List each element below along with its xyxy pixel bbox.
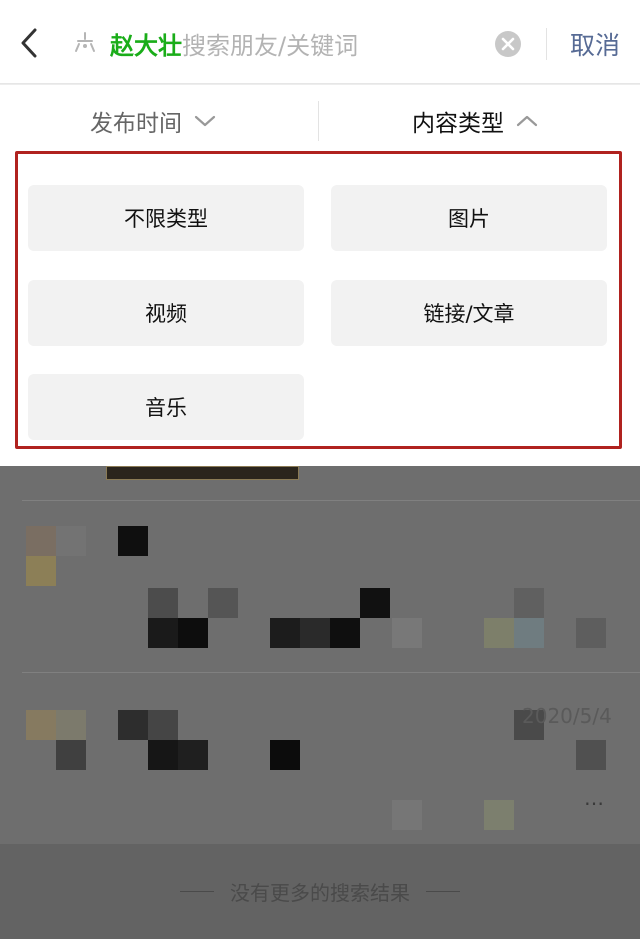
mosaic-block bbox=[270, 740, 300, 770]
result-date: 2020/5/4 bbox=[522, 704, 612, 728]
footer-line-left bbox=[180, 891, 214, 892]
content-type-dropdown: 不限类型 图片 视频 链接/文章 音乐 bbox=[0, 157, 640, 466]
mosaic-block bbox=[118, 710, 148, 740]
mosaic-block bbox=[178, 618, 208, 648]
mosaic-block bbox=[178, 740, 208, 770]
avatar bbox=[26, 556, 56, 586]
chevron-down-icon bbox=[194, 114, 216, 128]
mosaic-block bbox=[56, 526, 86, 556]
mosaic-block bbox=[330, 618, 360, 648]
footer-line-right bbox=[426, 891, 460, 892]
mosaic-block bbox=[484, 800, 514, 830]
type-option-any[interactable]: 不限类型 bbox=[28, 185, 304, 251]
mosaic-block bbox=[576, 740, 606, 770]
mosaic-block bbox=[56, 710, 86, 740]
filter-bar: 发布时间 内容类型 bbox=[0, 85, 640, 157]
moments-search-screen: 赵大壮 搜索朋友/关键词 取消 发布时间 内容类型 不限类型 图片 视频 链接/… bbox=[0, 0, 640, 939]
filter-publish-time-label: 发布时间 bbox=[90, 111, 182, 137]
mosaic-block bbox=[208, 588, 238, 618]
back-button[interactable] bbox=[12, 22, 46, 64]
search-tag[interactable]: 赵大壮 bbox=[110, 26, 182, 61]
mosaic-block bbox=[300, 618, 330, 648]
result-divider bbox=[22, 500, 640, 501]
search-header: 赵大壮 搜索朋友/关键词 取消 bbox=[0, 0, 640, 84]
mosaic-block bbox=[392, 800, 422, 830]
chevron-up-icon bbox=[516, 114, 538, 128]
type-option-image[interactable]: 图片 bbox=[331, 185, 607, 251]
search-placeholder: 搜索朋友/关键词 bbox=[182, 31, 359, 60]
avatar bbox=[26, 526, 56, 556]
chevron-left-icon bbox=[21, 28, 37, 58]
mosaic-block bbox=[576, 618, 606, 648]
clear-button[interactable] bbox=[494, 30, 522, 58]
mosaic-block bbox=[148, 710, 178, 740]
search-input[interactable]: 赵大壮 搜索朋友/关键词 bbox=[110, 22, 480, 64]
results-footer: 没有更多的搜索结果 bbox=[0, 844, 640, 939]
mosaic-block bbox=[56, 740, 86, 770]
mosaic-block bbox=[514, 618, 544, 648]
star-icon bbox=[72, 28, 98, 58]
header-divider bbox=[546, 28, 547, 60]
mosaic-block bbox=[392, 618, 422, 648]
no-more-results-text: 没有更多的搜索结果 bbox=[230, 881, 410, 905]
avatar bbox=[26, 710, 56, 740]
mosaic-block bbox=[148, 740, 178, 770]
mosaic-block bbox=[118, 526, 148, 556]
mosaic-block bbox=[484, 618, 514, 648]
mosaic-block bbox=[148, 618, 178, 648]
mosaic-block bbox=[360, 588, 390, 618]
type-option-video[interactable]: 视频 bbox=[28, 280, 304, 346]
filter-content-type-label: 内容类型 bbox=[412, 111, 504, 137]
mosaic-block bbox=[148, 588, 178, 618]
result-thumbnail bbox=[106, 466, 299, 480]
mosaic-block bbox=[514, 588, 544, 618]
filter-content-type[interactable]: 内容类型 bbox=[412, 85, 538, 157]
more-icon[interactable]: … bbox=[584, 786, 604, 810]
result-divider bbox=[22, 672, 640, 673]
filter-divider bbox=[318, 101, 319, 141]
mosaic-block bbox=[270, 618, 300, 648]
type-option-link-article[interactable]: 链接/文章 bbox=[331, 280, 607, 346]
filter-publish-time[interactable]: 发布时间 bbox=[90, 85, 216, 157]
type-option-music[interactable]: 音乐 bbox=[28, 374, 304, 440]
clear-circle-x-icon bbox=[495, 31, 521, 57]
search-results-dimmed: 2020/5/4 … 没有更多的搜索结果 bbox=[0, 466, 640, 939]
cancel-button[interactable]: 取消 bbox=[560, 24, 630, 64]
